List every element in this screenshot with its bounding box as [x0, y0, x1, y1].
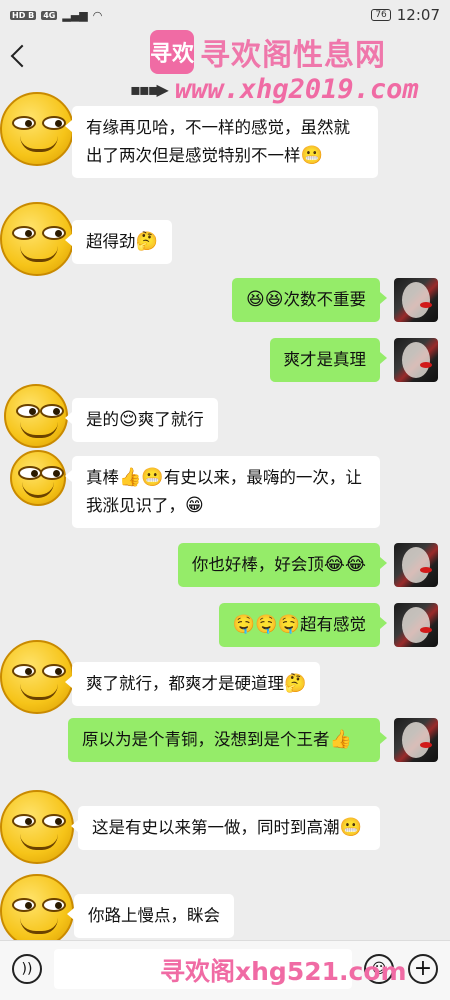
avatar-face — [402, 282, 430, 318]
avatar-lips — [420, 362, 432, 368]
watermark-url-row: ▪▪▪▶ www.xhg2019.com — [130, 74, 419, 105]
message-emoji: 🤔 — [135, 231, 158, 252]
self-avatar[interactable] — [394, 338, 438, 382]
message-bubble-outgoing[interactable]: 原以为是个青铜，没想到是个王者👍 — [68, 718, 387, 762]
self-avatar[interactable] — [394, 603, 438, 647]
message-text: 次数不重要 — [283, 290, 367, 309]
arrow-icon: ▪▪▪▶ — [130, 80, 169, 99]
message-text: 原以为是个青铜，没想到是个王者 — [82, 730, 330, 749]
avatar-eye — [40, 466, 64, 480]
message-bubble-incoming[interactable]: 这是有史以来第一做，同时到高潮😬 — [71, 806, 380, 850]
message-emoji: 😂😂 — [323, 554, 366, 575]
avatar-eye — [12, 898, 36, 912]
message-emoji: 😌 — [119, 409, 138, 430]
avatar-eye — [42, 226, 66, 240]
message-bubble-incoming[interactable]: 爽了就行，都爽才是硬道理🤔 — [64, 662, 321, 706]
message-emoji: 😬 — [339, 817, 362, 838]
contact-avatar[interactable] — [0, 202, 74, 276]
avatar-face — [402, 342, 430, 378]
avatar-eye — [16, 404, 40, 418]
avatar-eye — [40, 404, 64, 418]
avatar-eye — [42, 898, 66, 912]
self-avatar[interactable] — [394, 718, 438, 762]
avatar-eye — [42, 116, 66, 130]
message-text: 爽了就行 — [137, 410, 204, 429]
message-bubble-incoming[interactable]: 超得劲🤔 — [65, 220, 172, 264]
message-bubble-outgoing[interactable]: 😆😆次数不重要 — [231, 278, 388, 322]
message-text: 爽了就行，都爽才是硬道理 — [86, 674, 284, 693]
watermark-title: 寻欢阁性息网 — [200, 38, 386, 73]
avatar-mouth — [22, 482, 54, 498]
message-text: 是的 — [86, 410, 119, 429]
avatar-eye — [12, 226, 36, 240]
avatar-lips — [420, 567, 432, 573]
contact-avatar[interactable] — [4, 384, 68, 448]
avatar-lips — [420, 302, 432, 308]
clock: 12:07 — [396, 6, 440, 24]
contact-avatar[interactable] — [0, 92, 74, 166]
message-emoji: 😬 — [300, 145, 323, 166]
avatar-mouth — [20, 918, 58, 934]
avatar-eye — [42, 814, 66, 828]
message-text: 你也好棒，好会顶 — [191, 555, 324, 574]
message-bubble-outgoing[interactable]: 爽才是真理 — [269, 338, 387, 382]
avatar-eye — [12, 116, 36, 130]
message-bubble-outgoing[interactable]: 🤤🤤🤤超有感觉 — [218, 603, 388, 647]
signal-icon: ▂▄▆ — [62, 8, 88, 22]
message-bubble-outgoing[interactable]: 你也好棒，好会顶😂😂 — [177, 543, 388, 587]
message-text: 爽才是真理 — [283, 350, 367, 369]
message-emoji: 🤤🤤🤤 — [232, 614, 300, 635]
message-text: 这是有史以来第一做，同时到高潮 — [92, 818, 340, 837]
message-emoji: 👍 — [329, 729, 352, 750]
network-tag: 4G — [41, 10, 58, 20]
contact-avatar[interactable] — [10, 450, 66, 506]
avatar-face — [402, 607, 430, 643]
status-bar: HD B 4G ▂▄▆ ◠ 76 12:07 — [0, 0, 450, 30]
message-emoji: 👍😬 — [119, 467, 164, 488]
avatar-eye — [12, 664, 36, 678]
contact-avatar[interactable] — [0, 874, 74, 948]
watermark-url: www.xhg2019.com — [174, 74, 419, 105]
message-bubble-incoming[interactable]: 你路上慢点，眯会 — [67, 894, 234, 938]
contact-avatar[interactable] — [0, 790, 74, 864]
avatar-mouth — [20, 422, 58, 438]
message-bubble-incoming[interactable]: 有缘再见哈，不一样的感觉，虽然就出了两次但是感觉特别不一样😬 — [65, 106, 378, 178]
status-right: 76 12:07 — [371, 6, 440, 24]
self-avatar[interactable] — [394, 543, 438, 587]
avatar-eye — [42, 664, 66, 678]
message-bubble-incoming[interactable]: 真棒👍😬有史以来，最嗨的一次，让我涨见识了，😁 — [65, 456, 380, 528]
avatar-mouth — [20, 136, 58, 152]
wifi-icon: ◠ — [92, 8, 103, 22]
avatar-lips — [420, 627, 432, 633]
watermark-logo-icon: 寻欢 — [150, 30, 194, 74]
avatar-mouth — [20, 834, 58, 850]
message-text: 你路上慢点，眯会 — [88, 906, 220, 925]
message-text: 真棒 — [86, 468, 119, 487]
status-left: HD B 4G ▂▄▆ ◠ — [10, 9, 102, 22]
network-tag: HD B — [10, 10, 37, 20]
self-avatar[interactable] — [394, 278, 438, 322]
avatar-lips — [420, 742, 432, 748]
voice-icon[interactable]: )) — [12, 954, 42, 984]
message-bubble-incoming[interactable]: 是的😌爽了就行 — [65, 398, 218, 442]
contact-avatar[interactable] — [0, 640, 74, 714]
watermark-logo: 寻欢 寻欢阁性息网 — [150, 30, 386, 74]
message-text: 超得劲 — [86, 232, 136, 251]
message-text: 超有感觉 — [300, 615, 366, 634]
avatar-face — [402, 722, 430, 758]
avatar-eye — [12, 814, 36, 828]
avatar-eye — [18, 466, 42, 480]
message-emoji: 🤔 — [284, 673, 307, 694]
chevron-left-icon[interactable] — [10, 44, 34, 68]
message-emoji: 😁 — [185, 495, 204, 516]
plus-icon[interactable]: + — [408, 954, 438, 984]
avatar-mouth — [20, 684, 58, 700]
message-emoji: 😆😆 — [245, 289, 284, 310]
avatar-mouth — [20, 246, 58, 262]
battery-indicator: 76 — [371, 9, 391, 21]
watermark-bottom-url: 寻欢阁xhg521.com — [160, 957, 407, 986]
avatar-face — [402, 547, 430, 583]
